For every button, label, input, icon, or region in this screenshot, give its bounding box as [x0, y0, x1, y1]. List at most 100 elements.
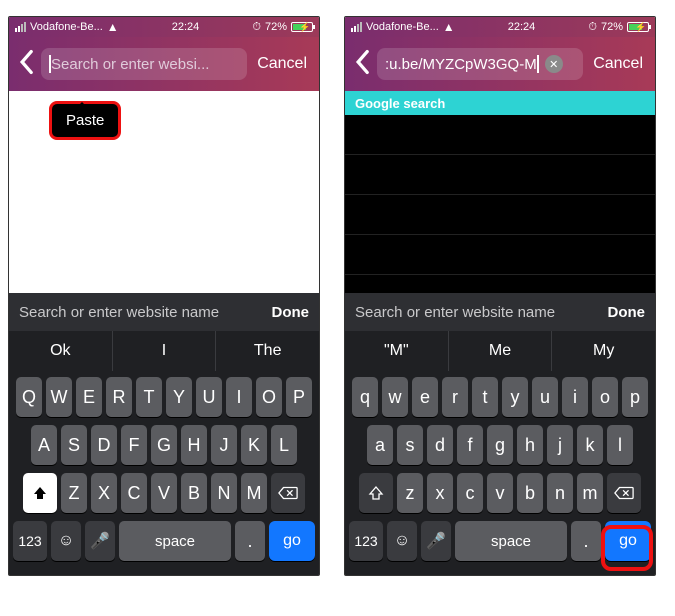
key-f[interactable]: f [457, 425, 483, 465]
clock: 22:24 [172, 21, 200, 33]
key-b[interactable]: b [517, 473, 543, 513]
key-i[interactable]: I [226, 377, 252, 417]
go-key[interactable]: go [269, 521, 315, 561]
key-c[interactable]: C [121, 473, 147, 513]
key-h[interactable]: H [181, 425, 207, 465]
key-z[interactable]: Z [61, 473, 87, 513]
key-x[interactable]: x [427, 473, 453, 513]
key-u[interactable]: U [196, 377, 222, 417]
key-s[interactable]: S [61, 425, 87, 465]
shift-key[interactable] [359, 473, 393, 513]
cancel-button[interactable]: Cancel [253, 55, 311, 73]
accessory-hint: Search or enter website name [19, 304, 219, 321]
suggestion[interactable]: My [552, 331, 655, 371]
key-b[interactable]: B [181, 473, 207, 513]
key-a[interactable]: A [31, 425, 57, 465]
key-p[interactable]: P [286, 377, 312, 417]
emoji-key[interactable]: ☺ [387, 521, 417, 561]
key-h[interactable]: h [517, 425, 543, 465]
key-a[interactable]: a [367, 425, 393, 465]
key-n[interactable]: N [211, 473, 237, 513]
battery-pct: 72% [601, 21, 623, 33]
go-key[interactable]: go [605, 521, 651, 561]
key-j[interactable]: J [211, 425, 237, 465]
dot-key[interactable]: . [235, 521, 265, 561]
back-button[interactable] [17, 49, 35, 80]
key-o[interactable]: o [592, 377, 618, 417]
suggestion[interactable]: "M" [345, 331, 449, 371]
key-row-2: ASDFGHJKL [13, 425, 315, 465]
numbers-key[interactable]: 123 [349, 521, 383, 561]
key-e[interactable]: e [412, 377, 438, 417]
paste-menu-item[interactable]: Paste [49, 101, 121, 140]
back-button[interactable] [353, 49, 371, 80]
key-m[interactable]: M [241, 473, 267, 513]
space-key[interactable]: space [119, 521, 231, 561]
dot-key[interactable]: . [571, 521, 601, 561]
key-w[interactable]: W [46, 377, 72, 417]
key-row-2: asdfghjkl [349, 425, 651, 465]
space-key[interactable]: space [455, 521, 567, 561]
suggestion[interactable]: Ok [9, 331, 113, 371]
search-suggestion-banner[interactable]: Google search [345, 91, 655, 115]
key-l[interactable]: l [607, 425, 633, 465]
suggestion[interactable]: The [216, 331, 319, 371]
done-button[interactable]: Done [608, 304, 646, 321]
key-j[interactable]: j [547, 425, 573, 465]
dictation-key[interactable]: 🎤 [85, 521, 115, 561]
key-c[interactable]: c [457, 473, 483, 513]
key-row-3: zxcvbnm [349, 473, 651, 513]
battery-pct: 72% [265, 21, 287, 33]
key-t[interactable]: T [136, 377, 162, 417]
list-item[interactable] [345, 155, 655, 195]
key-o[interactable]: O [256, 377, 282, 417]
key-v[interactable]: V [151, 473, 177, 513]
key-k[interactable]: K [241, 425, 267, 465]
key-z[interactable]: z [397, 473, 423, 513]
dictation-key[interactable]: 🎤 [421, 521, 451, 561]
suggestion-row: Ok I The [9, 331, 319, 371]
nav-bar: :u.be/MYZCpW3GQ-M ✕ Cancel [345, 37, 655, 91]
emoji-key[interactable]: ☺ [51, 521, 81, 561]
url-search-field[interactable]: :u.be/MYZCpW3GQ-M ✕ [377, 48, 583, 80]
key-n[interactable]: n [547, 473, 573, 513]
key-l[interactable]: L [271, 425, 297, 465]
shift-key[interactable] [23, 473, 57, 513]
key-i[interactable]: i [562, 377, 588, 417]
key-m[interactable]: m [577, 473, 603, 513]
key-g[interactable]: G [151, 425, 177, 465]
key-g[interactable]: g [487, 425, 513, 465]
delete-key[interactable] [271, 473, 305, 513]
key-q[interactable]: q [352, 377, 378, 417]
suggestion[interactable]: I [113, 331, 217, 371]
key-d[interactable]: d [427, 425, 453, 465]
keyboard-accessory: Search or enter website name Done [9, 293, 319, 331]
list-item[interactable] [345, 115, 655, 155]
key-v[interactable]: v [487, 473, 513, 513]
key-f[interactable]: F [121, 425, 147, 465]
key-t[interactable]: t [472, 377, 498, 417]
clear-icon[interactable]: ✕ [545, 55, 563, 73]
key-r[interactable]: R [106, 377, 132, 417]
key-d[interactable]: D [91, 425, 117, 465]
key-y[interactable]: y [502, 377, 528, 417]
key-w[interactable]: w [382, 377, 408, 417]
key-u[interactable]: u [532, 377, 558, 417]
cancel-button[interactable]: Cancel [589, 55, 647, 73]
done-button[interactable]: Done [272, 304, 310, 321]
list-item[interactable] [345, 195, 655, 235]
delete-key[interactable] [607, 473, 641, 513]
key-e[interactable]: E [76, 377, 102, 417]
key-s[interactable]: s [397, 425, 423, 465]
url-search-field[interactable]: Search or enter websi... [41, 48, 247, 80]
list-item[interactable] [345, 235, 655, 275]
key-p[interactable]: p [622, 377, 648, 417]
key-y[interactable]: Y [166, 377, 192, 417]
suggestion[interactable]: Me [449, 331, 553, 371]
key-q[interactable]: Q [16, 377, 42, 417]
key-k[interactable]: k [577, 425, 603, 465]
wifi-icon: ▲ [107, 20, 119, 34]
key-x[interactable]: X [91, 473, 117, 513]
key-r[interactable]: r [442, 377, 468, 417]
numbers-key[interactable]: 123 [13, 521, 47, 561]
